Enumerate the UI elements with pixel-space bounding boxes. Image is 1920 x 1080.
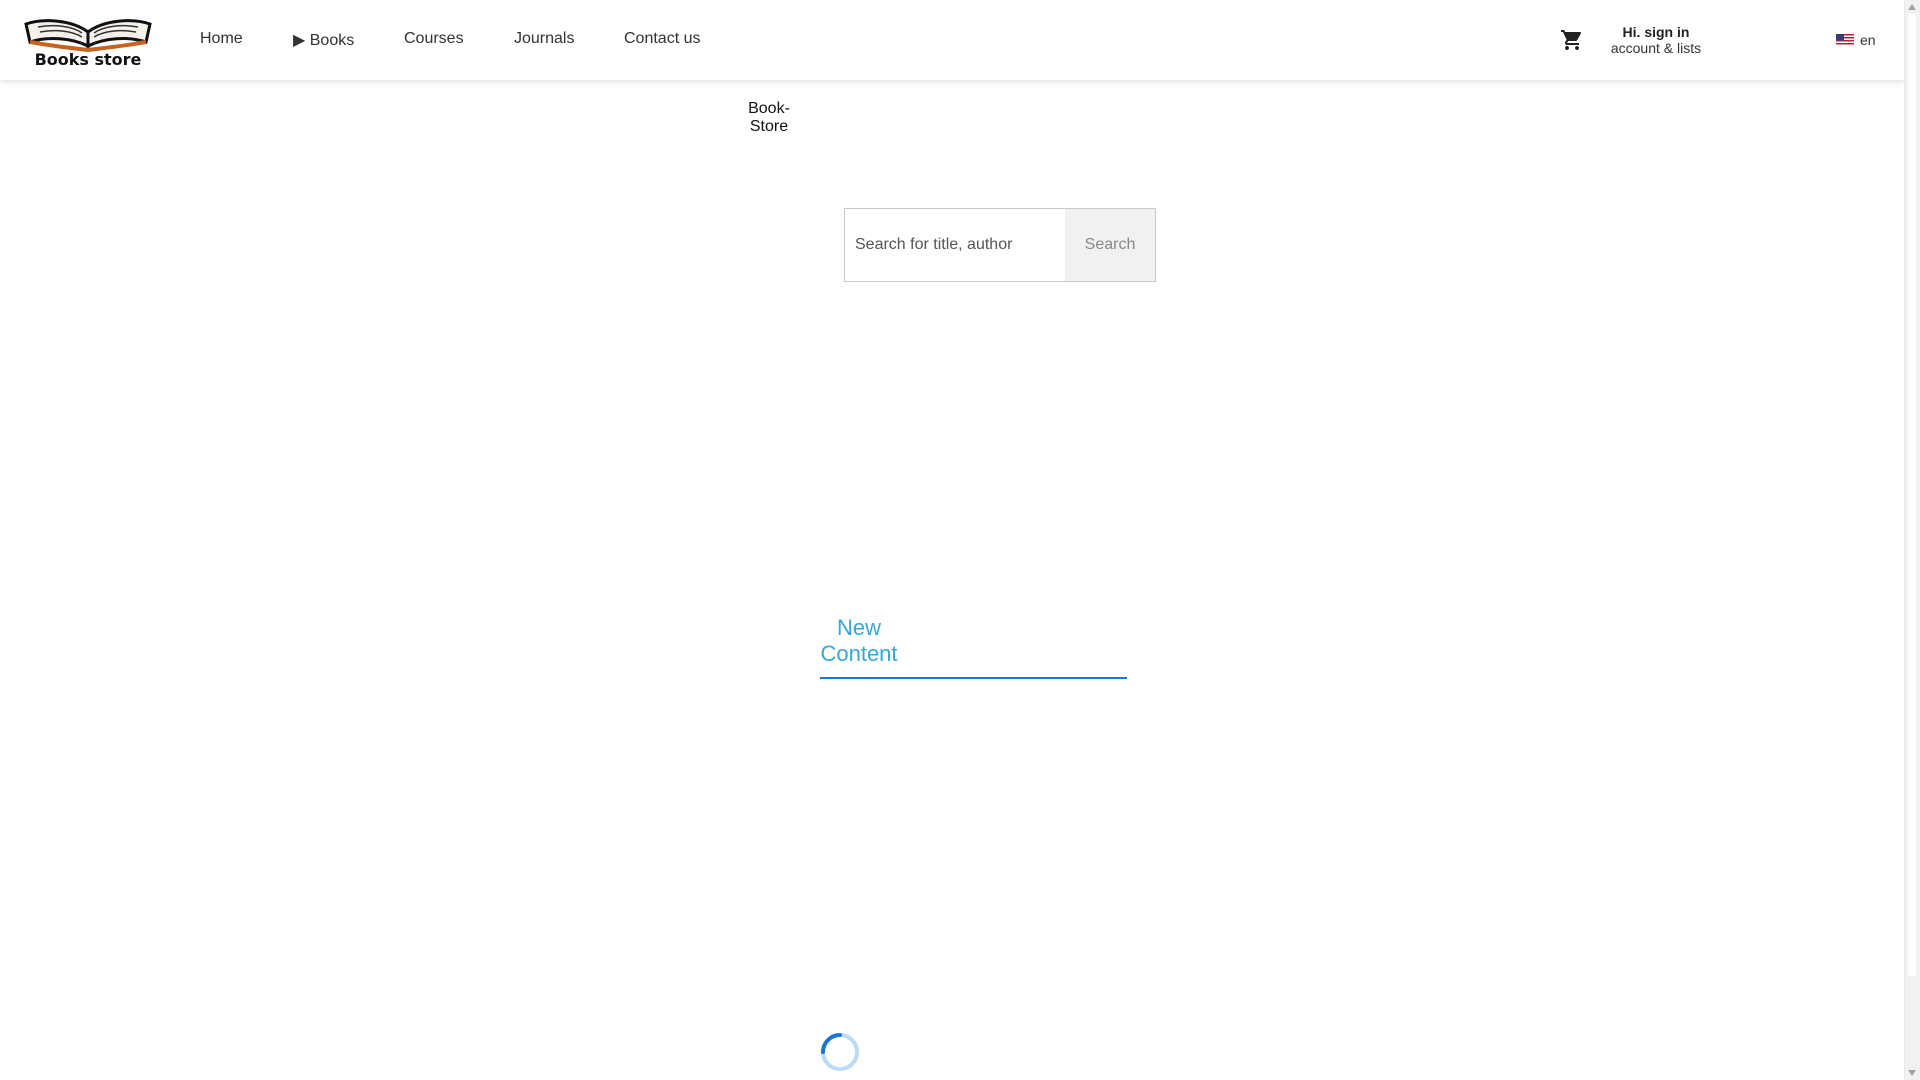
nav-contact[interactable]: Contact us [624,30,700,48]
store-logo[interactable]: Books store [22,12,154,70]
account-lists-label: account & lists [1610,40,1702,56]
sign-in-link[interactable]: Hi. sign in account & lists [1600,24,1712,56]
scrollbar-thumb[interactable] [1908,14,1916,976]
nav-home[interactable]: Home [200,30,243,48]
cart-button[interactable] [1560,28,1584,52]
nav-journals[interactable]: Journals [514,30,574,48]
new-content-title: New Content [820,615,898,666]
brand-title: Book-Store [748,100,790,135]
new-content-heading: New Content [820,615,1127,679]
vertical-scrollbar[interactable] [1904,0,1920,1080]
top-navbar: Books store Home ▶ Books Courses Journal… [0,0,1905,80]
language-selector[interactable]: en [1836,32,1876,48]
open-book-icon [24,19,152,53]
sign-in-greeting: Hi. sign in [1622,24,1690,40]
nav-books[interactable]: ▶ Books [293,30,354,50]
search-input[interactable] [845,209,1065,281]
loading-spinner-icon [821,1033,859,1071]
nav-courses[interactable]: Courses [404,30,464,48]
logo-text: Books store [34,50,142,69]
search-bar: Search [844,208,1156,282]
language-code: en [1860,32,1876,48]
us-flag-icon [1836,34,1854,46]
shopping-cart-icon [1561,30,1582,50]
search-button[interactable]: Search [1065,209,1155,281]
scroll-up-icon[interactable] [1908,4,1916,10]
scroll-down-icon[interactable] [1908,1070,1916,1076]
